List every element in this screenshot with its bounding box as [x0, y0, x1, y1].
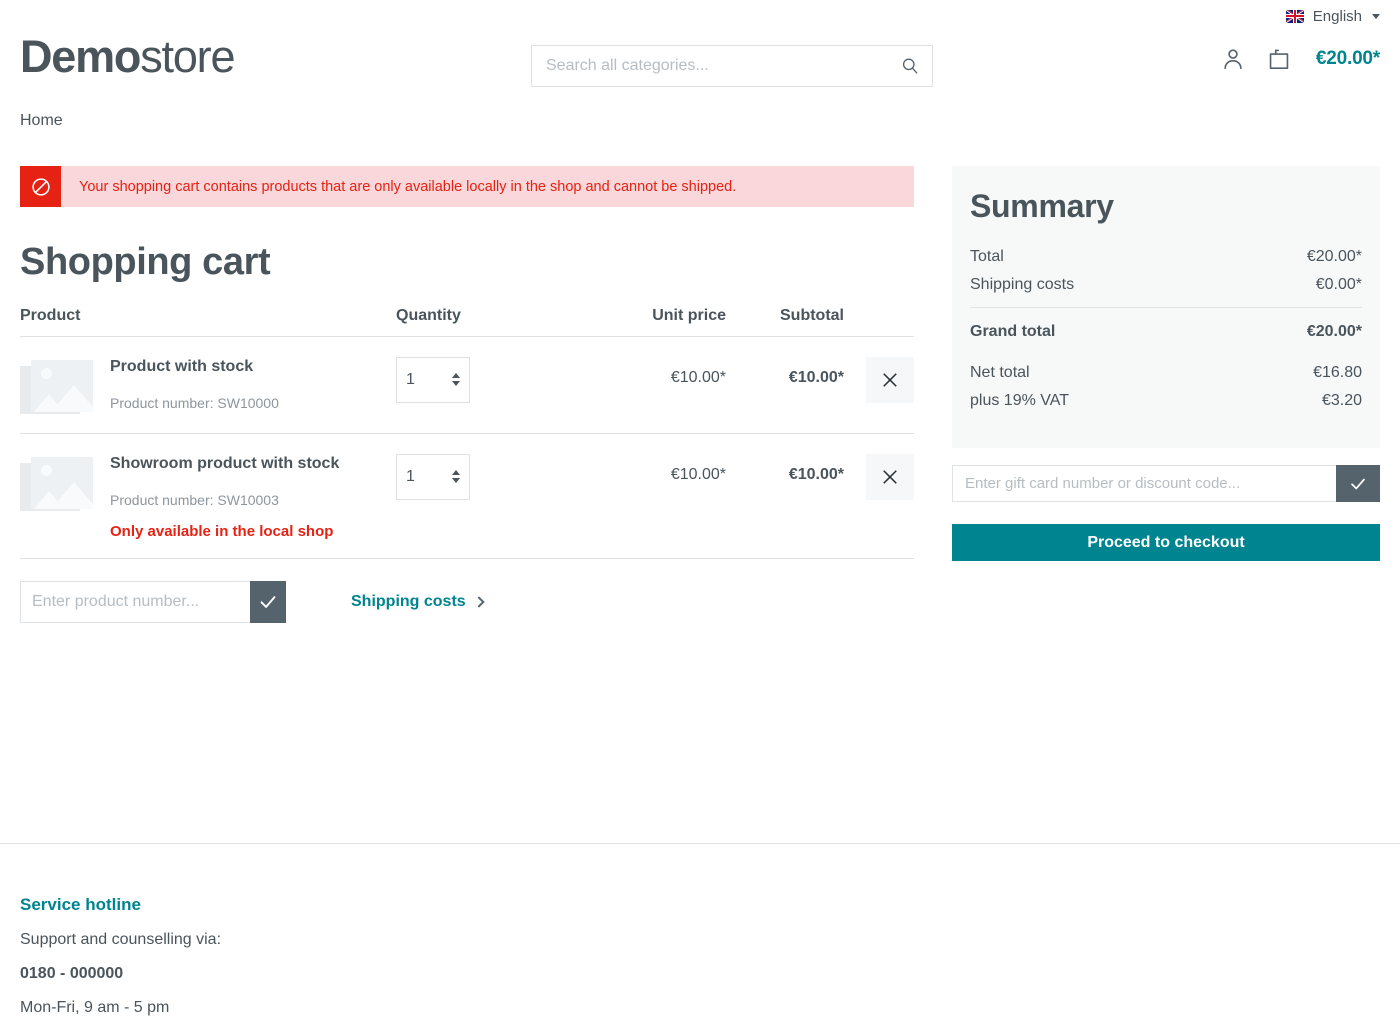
footer-opening-hours: Mon-Fri, 9 am - 5 pm: [20, 999, 170, 1016]
spinner-arrows-icon[interactable]: [452, 470, 460, 484]
cart-total-amount[interactable]: €20.00*: [1316, 48, 1380, 70]
site-header: Demostore €20.00*: [0, 32, 1400, 100]
giftcard-input[interactable]: [952, 465, 1336, 502]
summary-row-total-label: Total: [970, 248, 1004, 265]
summary-grand-total-value: €20.00*: [1306, 323, 1362, 340]
footer-support-text: Support and counselling via:: [20, 931, 222, 948]
page-root: English Demostore €20.00*: [0, 0, 1400, 1029]
summary-row-net-total: Net total €16.80: [970, 364, 1362, 382]
shopping-bag-icon[interactable]: [1266, 46, 1292, 72]
table-row: Product with stock Product number: SW100…: [20, 337, 914, 434]
column-header-quantity: Quantity: [396, 306, 461, 324]
add-product-number-form: [20, 581, 286, 624]
cart-alert-message: Your shopping cart contains products tha…: [79, 178, 737, 195]
summary-row-shipping-label: Shipping costs: [970, 276, 1075, 293]
shipping-costs-label: Shipping costs: [351, 593, 466, 611]
main-content: Your shopping cart contains products tha…: [20, 166, 914, 624]
chevron-right-icon: [473, 596, 485, 608]
cart-item-subtotal: €10.00*: [788, 465, 844, 483]
summary-net-total-label: Net total: [970, 364, 1030, 381]
summary-title: Summary: [970, 188, 1114, 224]
summary-panel: Summary Total €20.00* Shipping costs €0.…: [952, 166, 1380, 448]
footer-hotline-title[interactable]: Service hotline: [20, 895, 221, 915]
top-bar: English: [0, 0, 1400, 32]
page-title: Shopping cart: [20, 241, 271, 283]
proceed-to-checkout-button[interactable]: Proceed to checkout: [952, 524, 1380, 561]
summary-row-total: Total €20.00*: [970, 248, 1362, 266]
shipping-costs-link[interactable]: Shipping costs: [351, 593, 485, 611]
cart-item-product-cell: Product with stock Product number: SW100…: [20, 357, 396, 415]
footer-phone-number: 0180 - 000000: [20, 965, 124, 982]
cart-item-name[interactable]: Showroom product with stock: [110, 454, 339, 475]
check-icon: [1351, 478, 1365, 489]
uk-flag-icon: [1285, 9, 1304, 23]
summary-row-grand-total: Grand total €20.00*: [970, 323, 1362, 341]
image-placeholder-icon: [20, 456, 93, 512]
language-label: English: [1312, 7, 1362, 25]
image-placeholder-icon: [20, 359, 93, 415]
cart-actions: Shipping costs: [20, 581, 914, 624]
summary-row-vat: plus 19% VAT €3.20: [970, 392, 1362, 410]
column-header-unit-price: Unit price: [652, 306, 726, 324]
check-icon: [260, 596, 276, 609]
close-icon: [883, 372, 897, 387]
search-input[interactable]: [544, 56, 900, 76]
cart-item-quantity-cell: 1: [396, 356, 612, 403]
column-header-product: Product: [20, 306, 81, 324]
header-actions: €20.00*: [1220, 46, 1380, 72]
prohibited-icon: [20, 166, 61, 207]
cart-item-product-number: Product number: SW10003: [110, 492, 279, 509]
cart-item-product-number: Product number: SW10000: [110, 395, 279, 412]
language-switcher[interactable]: English: [1285, 7, 1380, 25]
cart-alert: Your shopping cart contains products tha…: [20, 166, 914, 207]
product-number-input[interactable]: [20, 581, 250, 624]
cart-item-remove-cell: [844, 453, 914, 500]
add-product-submit-button[interactable]: [250, 581, 286, 624]
cart-table-header: Product Quantity Unit price Subtotal: [20, 307, 914, 337]
cart-item-unit-price: €10.00*: [670, 368, 726, 386]
close-icon: [883, 469, 897, 484]
footer-divider: [0, 843, 1400, 844]
cart-item-subtotal: €10.00*: [788, 368, 844, 386]
site-footer: Service hotline Support and counselling …: [20, 895, 221, 1029]
cart-item-remove-cell: [844, 356, 914, 403]
table-row: Showroom product with stock Product numb…: [20, 434, 914, 560]
summary-grand-total-label: Grand total: [970, 323, 1056, 340]
cart-item-local-notice: Only available in the local shop: [110, 523, 334, 541]
cart-item-name[interactable]: Product with stock: [110, 357, 279, 378]
giftcard-form: [952, 465, 1380, 502]
cart-table: Product Quantity Unit price Subtotal Pro…: [20, 307, 914, 560]
column-header-subtotal: Subtotal: [780, 306, 844, 324]
search-icon[interactable]: [900, 56, 920, 76]
person-icon[interactable]: [1220, 46, 1246, 72]
quantity-stepper[interactable]: 1: [396, 356, 470, 403]
cart-item-unit-price: €10.00*: [670, 465, 726, 483]
remove-item-button[interactable]: [866, 453, 914, 500]
cart-item-product-cell: Showroom product with stock Product numb…: [20, 454, 396, 541]
spinner-arrows-icon[interactable]: [452, 373, 460, 387]
cart-item-quantity-cell: 1: [396, 453, 612, 500]
chevron-down-icon: [1372, 13, 1380, 19]
quantity-stepper[interactable]: 1: [396, 453, 470, 500]
summary-vat-value: €3.20: [1321, 392, 1362, 409]
search-box[interactable]: [531, 45, 933, 87]
logo-light-part: store: [140, 31, 235, 82]
summary-row-shipping-value: €0.00*: [1315, 276, 1362, 293]
summary-net-total-value: €16.80: [1313, 364, 1362, 381]
quantity-value: 1: [406, 467, 415, 485]
quantity-value: 1: [406, 370, 415, 388]
summary-row-total-value: €20.00*: [1306, 248, 1362, 265]
remove-item-button[interactable]: [866, 356, 914, 403]
logo-bold-part: Demo: [20, 31, 141, 82]
summary-row-shipping: Shipping costs €0.00*: [970, 276, 1362, 294]
giftcard-submit-button[interactable]: [1336, 465, 1380, 502]
summary-vat-label: plus 19% VAT: [970, 392, 1070, 409]
breadcrumb-item-home[interactable]: Home: [20, 112, 63, 129]
summary-divider: [970, 307, 1362, 308]
breadcrumb: Home: [20, 112, 63, 130]
site-logo[interactable]: Demostore: [20, 31, 235, 82]
